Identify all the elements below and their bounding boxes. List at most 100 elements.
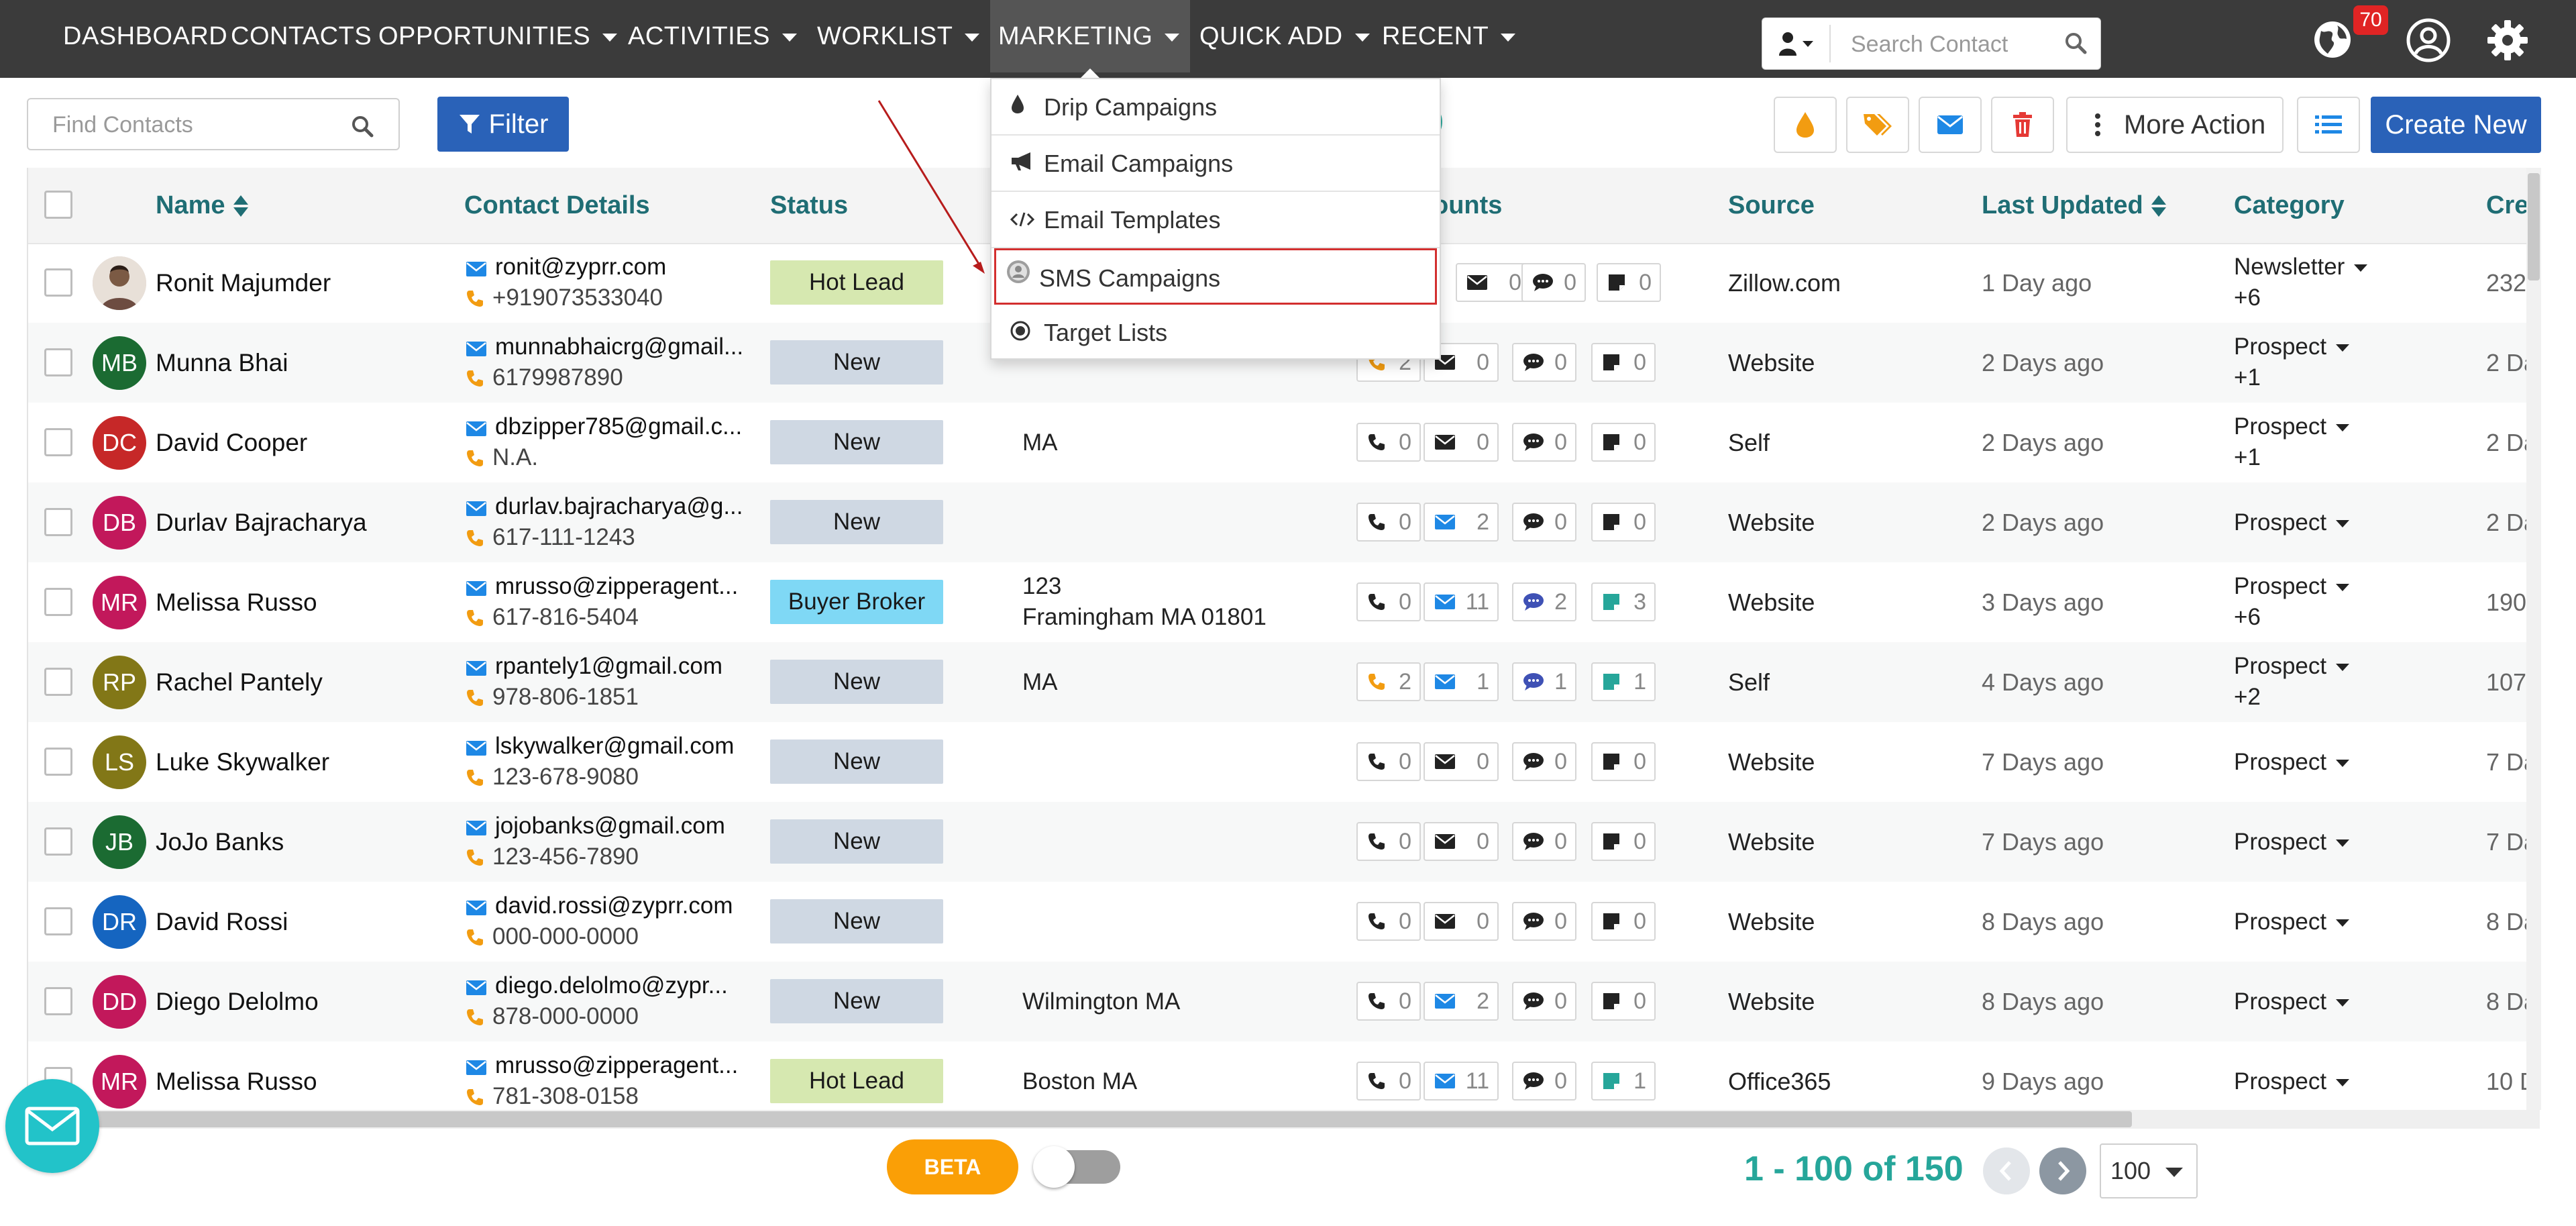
- nav-recent[interactable]: RECENT: [1382, 0, 1516, 72]
- calls-count-chip[interactable]: 0: [1356, 742, 1421, 781]
- notes-count-chip[interactable]: 0: [1591, 742, 1656, 781]
- notes-count-chip[interactable]: 3: [1591, 582, 1656, 621]
- row-checkbox[interactable]: [44, 348, 72, 376]
- row-checkbox[interactable]: [44, 508, 72, 536]
- row-checkbox[interactable]: [44, 748, 72, 776]
- column-header-name[interactable]: Name: [156, 168, 248, 243]
- avatar[interactable]: DC: [93, 416, 146, 470]
- avatar[interactable]: DB: [93, 496, 146, 550]
- contact-name[interactable]: David Cooper: [156, 403, 307, 482]
- contact-name[interactable]: Munna Bhai: [156, 323, 288, 403]
- status-badge[interactable]: New: [770, 340, 943, 385]
- tag-button[interactable]: [1846, 97, 1909, 153]
- contact-email[interactable]: munnabhaicrg@gmail...: [466, 334, 743, 360]
- emails-count-chip[interactable]: 0: [1456, 263, 1531, 302]
- category-dropdown[interactable]: Prospect: [2234, 334, 2350, 360]
- select-all-checkbox[interactable]: [44, 191, 72, 219]
- row-checkbox[interactable]: [44, 987, 72, 1015]
- contact-email[interactable]: david.rossi@zyprr.com: [466, 892, 733, 919]
- calls-count-chip[interactable]: 0: [1356, 902, 1421, 941]
- nav-activities[interactable]: ACTIVITIES: [628, 0, 797, 72]
- contact-email[interactable]: dbzipper785@gmail.c...: [466, 413, 742, 440]
- column-header-counts[interactable]: ounts: [1433, 168, 1502, 243]
- avatar[interactable]: MR: [93, 1055, 146, 1109]
- avatar[interactable]: DR: [93, 895, 146, 949]
- account-circle-icon[interactable]: [2406, 17, 2451, 66]
- contact-name[interactable]: Luke Skywalker: [156, 722, 329, 802]
- search-contact-input[interactable]: [1849, 21, 2053, 68]
- avatar[interactable]: RP: [93, 656, 146, 709]
- sms-count-chip[interactable]: 0: [1521, 263, 1586, 302]
- status-badge[interactable]: New: [770, 979, 943, 1023]
- column-header-source[interactable]: Source: [1728, 168, 1815, 243]
- emails-count-chip[interactable]: 2: [1424, 982, 1499, 1021]
- emails-count-chip[interactable]: 0: [1424, 423, 1499, 462]
- avatar[interactable]: JB: [93, 815, 146, 869]
- column-header-category[interactable]: Category: [2234, 168, 2345, 243]
- status-badge[interactable]: New: [770, 500, 943, 544]
- contact-phone[interactable]: +919073533040: [466, 285, 663, 311]
- row-checkbox[interactable]: [44, 907, 72, 935]
- list-view-button[interactable]: [2297, 97, 2360, 153]
- column-header-last-updated[interactable]: Last Updated: [1982, 168, 2166, 243]
- emails-count-chip[interactable]: 0: [1424, 742, 1499, 781]
- category-dropdown[interactable]: Prospect: [2234, 988, 2350, 1015]
- emails-count-chip[interactable]: 0: [1424, 822, 1499, 861]
- notes-count-chip[interactable]: 1: [1591, 1062, 1656, 1101]
- contact-email[interactable]: jojobanks@gmail.com: [466, 813, 725, 839]
- nav-dashboard[interactable]: DASHBOARD: [63, 0, 227, 72]
- sms-count-chip[interactable]: 0: [1512, 742, 1576, 781]
- notes-count-chip[interactable]: 0: [1591, 503, 1656, 542]
- category-dropdown[interactable]: Newsletter: [2234, 254, 2368, 280]
- gear-icon[interactable]: [2486, 19, 2529, 65]
- emails-count-chip[interactable]: 0: [1424, 902, 1499, 941]
- menu-item-target-lists[interactable]: Target Lists: [991, 305, 1440, 361]
- table-row[interactable]: DD Diego Delolmo diego.delolmo@zypr... 878-…: [28, 962, 2541, 1041]
- email-button[interactable]: [1919, 97, 1982, 153]
- user-icon[interactable]: [1778, 30, 1819, 60]
- contact-name[interactable]: JoJo Banks: [156, 802, 284, 882]
- contact-phone[interactable]: 878-000-0000: [466, 1003, 639, 1030]
- category-dropdown[interactable]: Prospect: [2234, 573, 2350, 600]
- contact-phone[interactable]: 123-456-7890: [466, 844, 639, 870]
- contact-phone[interactable]: 781-308-0158: [466, 1083, 639, 1110]
- calls-count-chip[interactable]: 0: [1356, 503, 1421, 542]
- sms-count-chip[interactable]: 0: [1512, 343, 1576, 382]
- avatar[interactable]: MB: [93, 336, 146, 390]
- table-row[interactable]: LS Luke Skywalker lskywalker@gmail.com 123-…: [28, 722, 2541, 802]
- menu-item-sms-campaigns[interactable]: SMS Campaigns: [994, 248, 1437, 305]
- nav-marketing[interactable]: MARKETING: [990, 0, 1190, 78]
- menu-item-email-templates[interactable]: Email Templates: [991, 192, 1440, 248]
- column-header-created[interactable]: Cre: [2486, 168, 2528, 243]
- globe-icon[interactable]: [2313, 20, 2352, 62]
- nav-quick-add[interactable]: QUICK ADD: [1199, 0, 1370, 72]
- contact-email[interactable]: diego.delolmo@zypr...: [466, 972, 728, 999]
- category-dropdown[interactable]: Prospect: [2234, 749, 2350, 776]
- notes-count-chip[interactable]: 1: [1591, 662, 1656, 701]
- sms-count-chip[interactable]: 0: [1512, 982, 1576, 1021]
- table-row[interactable]: DB Durlav Bajracharya durlav.bajracharya@g…: [28, 482, 2541, 562]
- nav-worklist[interactable]: WORKLIST: [817, 0, 980, 72]
- notes-count-chip[interactable]: 0: [1591, 982, 1656, 1021]
- contact-name[interactable]: Rachel Pantely: [156, 642, 323, 722]
- emails-count-chip[interactable]: 2: [1424, 503, 1499, 542]
- category-dropdown[interactable]: Prospect: [2234, 653, 2350, 680]
- contact-email[interactable]: rpantely1@gmail.com: [466, 653, 722, 680]
- contact-phone[interactable]: 123-678-9080: [466, 764, 639, 790]
- contact-name[interactable]: Diego Delolmo: [156, 962, 319, 1041]
- find-contacts-input[interactable]: [51, 102, 335, 148]
- beta-button[interactable]: BETA: [887, 1139, 1018, 1194]
- beta-toggle[interactable]: [1033, 1146, 1120, 1188]
- sms-count-chip[interactable]: 1: [1512, 662, 1576, 701]
- sms-count-chip[interactable]: 0: [1512, 423, 1576, 462]
- notes-count-chip[interactable]: 0: [1591, 902, 1656, 941]
- create-new-button[interactable]: Create New: [2371, 97, 2541, 153]
- filter-button[interactable]: Filter: [437, 97, 569, 152]
- row-checkbox[interactable]: [44, 428, 72, 456]
- status-badge[interactable]: New: [770, 660, 943, 704]
- horizontal-scrollbar[interactable]: [27, 1110, 2540, 1129]
- page-size-select[interactable]: 100: [2100, 1143, 2198, 1198]
- calls-count-chip[interactable]: 0: [1356, 822, 1421, 861]
- table-row[interactable]: JB JoJo Banks jojobanks@gmail.com 123-456-7…: [28, 802, 2541, 882]
- sms-count-chip[interactable]: 0: [1512, 1062, 1576, 1101]
